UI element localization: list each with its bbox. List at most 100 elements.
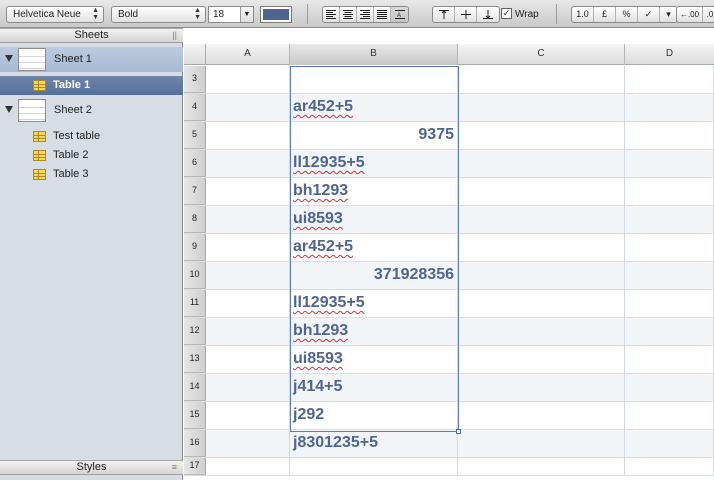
align-right-button[interactable] <box>357 7 374 22</box>
cell-d[interactable] <box>625 374 714 401</box>
cell-c[interactable] <box>458 206 625 233</box>
text-color-well[interactable] <box>260 6 292 23</box>
cell-a[interactable] <box>206 346 290 373</box>
row-header[interactable]: 6 <box>184 150 206 177</box>
font-size-combo[interactable]: 18 ▼ <box>208 6 254 23</box>
cell-d[interactable] <box>625 178 714 205</box>
cell-a[interactable] <box>206 206 290 233</box>
disclosure-triangle-icon[interactable] <box>5 55 13 62</box>
row-header[interactable]: 13 <box>184 346 206 373</box>
cell-a[interactable] <box>206 318 290 345</box>
row-header[interactable]: 16 <box>184 430 206 457</box>
cell-d[interactable] <box>625 262 714 289</box>
cell-c[interactable] <box>458 318 625 345</box>
cell-a[interactable] <box>206 402 290 429</box>
cell-c[interactable] <box>458 122 625 149</box>
row-header[interactable]: 14 <box>184 374 206 401</box>
decrease-decimals-button[interactable]: .0 <box>703 7 714 22</box>
styles-pane-header[interactable]: Styles ≡ <box>0 460 183 475</box>
cell-a[interactable] <box>206 458 290 475</box>
cell-b[interactable]: bh1293 <box>290 318 458 345</box>
column-header-d[interactable]: D <box>625 44 714 65</box>
cell-d[interactable] <box>625 234 714 261</box>
cell-b[interactable]: ar452+5 <box>290 234 458 261</box>
percent-format-button[interactable]: % <box>616 7 638 22</box>
sidebar-item-sheet-1[interactable]: Sheet 1 <box>0 47 183 72</box>
cell-a[interactable] <box>206 234 290 261</box>
cell-c[interactable] <box>458 178 625 205</box>
cell-d[interactable] <box>625 150 714 177</box>
cell-a[interactable] <box>206 430 290 457</box>
chevron-down-icon[interactable]: ▼ <box>240 7 253 22</box>
cell-b[interactable]: ui8593 <box>290 346 458 373</box>
cell-b[interactable]: j8301235+5 <box>290 430 458 457</box>
cell-d[interactable] <box>625 66 714 93</box>
cell-b[interactable]: j414+5 <box>290 374 458 401</box>
cell-a[interactable] <box>206 66 290 93</box>
cell-c[interactable] <box>458 94 625 121</box>
cell-d[interactable] <box>625 458 714 475</box>
cell-c[interactable] <box>458 262 625 289</box>
cell-d[interactable] <box>625 290 714 317</box>
resize-grip-icon[interactable]: ≡ <box>172 463 177 472</box>
cell-d[interactable] <box>625 94 714 121</box>
checkbox-format-button[interactable]: ✓ <box>638 7 660 22</box>
cell-c[interactable] <box>458 234 625 261</box>
cell-c[interactable] <box>458 374 625 401</box>
cell-d[interactable] <box>625 430 714 457</box>
cell-d[interactable] <box>625 346 714 373</box>
valign-bottom-button[interactable] <box>477 7 499 22</box>
currency-format-button[interactable]: £ <box>594 7 616 22</box>
increase-decimals-button[interactable]: ←.00 <box>677 7 703 22</box>
row-header[interactable]: 17 <box>184 458 206 475</box>
cell-c[interactable] <box>458 402 625 429</box>
cell-c[interactable] <box>458 346 625 373</box>
cell-d[interactable] <box>625 318 714 345</box>
row-header[interactable]: 12 <box>184 318 206 345</box>
align-justify-button[interactable] <box>374 7 391 22</box>
cell-c[interactable] <box>458 430 625 457</box>
column-header-b[interactable]: B <box>290 44 458 65</box>
cell-b[interactable]: ar452+5 <box>290 94 458 121</box>
cell-b[interactable]: ui8593 <box>290 206 458 233</box>
valign-middle-button[interactable] <box>455 7 477 22</box>
cell-b[interactable] <box>290 66 458 93</box>
disclosure-triangle-icon[interactable] <box>5 106 13 113</box>
cell-b[interactable]: j292 <box>290 402 458 429</box>
row-header[interactable]: 15 <box>184 402 206 429</box>
cell-a[interactable] <box>206 122 290 149</box>
row-header[interactable]: 3 <box>184 66 206 93</box>
sidebar-item-table-2[interactable]: Table 2 <box>0 146 183 165</box>
align-left-button[interactable] <box>323 7 340 22</box>
cell-a[interactable] <box>206 374 290 401</box>
cell-b[interactable]: ll12935+5 <box>290 150 458 177</box>
format-menu-button[interactable]: ▾ <box>660 7 677 22</box>
row-header[interactable]: 7 <box>184 178 206 205</box>
resize-grip-icon[interactable]: || <box>172 31 177 40</box>
align-center-button[interactable] <box>340 7 357 22</box>
cell-a[interactable] <box>206 262 290 289</box>
sidebar-item-sheet-2[interactable]: Sheet 2 <box>0 98 183 123</box>
cell-d[interactable] <box>625 402 714 429</box>
cell-c[interactable] <box>458 458 625 475</box>
column-header-a[interactable]: A <box>206 44 290 65</box>
row-header[interactable]: 10 <box>184 262 206 289</box>
cell-a[interactable] <box>206 150 290 177</box>
row-header[interactable]: 4 <box>184 94 206 121</box>
cell-b[interactable]: 371928356 <box>290 262 458 289</box>
align-auto-button[interactable]: A <box>391 7 408 22</box>
row-header[interactable]: 5 <box>184 122 206 149</box>
row-header[interactable]: 8 <box>184 206 206 233</box>
cell-a[interactable] <box>206 178 290 205</box>
cell-a[interactable] <box>206 290 290 317</box>
cell-c[interactable] <box>458 150 625 177</box>
sidebar-item-table-3[interactable]: Table 3 <box>0 165 183 184</box>
cell-b[interactable]: bh1293 <box>290 178 458 205</box>
cell-b[interactable]: 9375 <box>290 122 458 149</box>
sidebar-item-test-table[interactable]: Test table <box>0 127 183 146</box>
wrap-checkbox[interactable]: ✓ <box>501 8 512 19</box>
font-style-popup[interactable]: Bold ▲ ▼ <box>111 6 206 23</box>
header-corner[interactable] <box>184 44 206 65</box>
column-header-c[interactable]: C <box>458 44 625 65</box>
cell-c[interactable] <box>458 290 625 317</box>
